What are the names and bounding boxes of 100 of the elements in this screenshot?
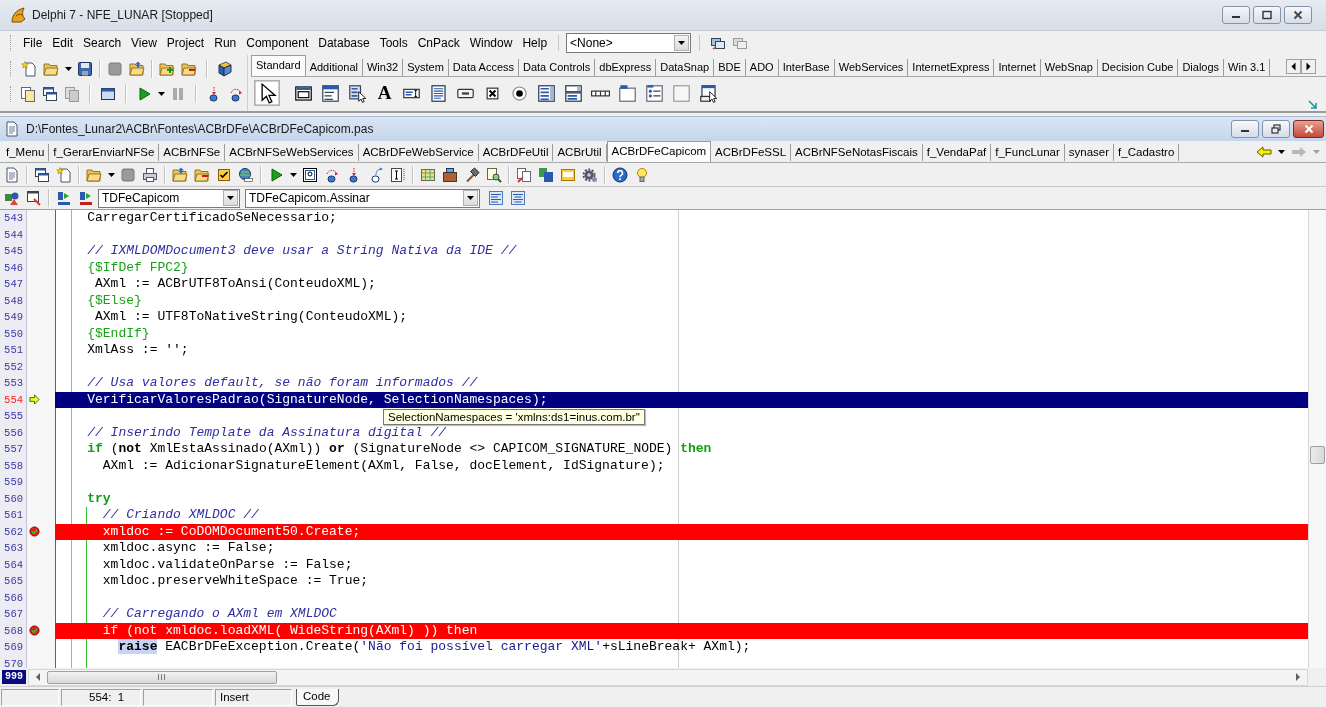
- window-icon[interactable]: [26, 190, 42, 206]
- list-box-icon[interactable]: [537, 83, 556, 103]
- file-tab[interactable]: ACBrNFSeNotasFiscais: [791, 144, 923, 161]
- palette-tab[interactable]: ADO: [745, 59, 779, 76]
- folder-icon[interactable]: [43, 60, 59, 77]
- folder-minus-icon[interactable]: [181, 60, 197, 77]
- caret-icon[interactable]: [157, 91, 165, 96]
- palette-tab[interactable]: Additional: [305, 59, 363, 76]
- menu-item[interactable]: Tools: [374, 33, 413, 53]
- palette-tab[interactable]: Data Access: [448, 59, 519, 76]
- vertical-scrollbar[interactable]: [1308, 210, 1326, 668]
- maximize-button[interactable]: [1253, 6, 1281, 24]
- back-arrow-icon[interactable]: [1256, 145, 1272, 158]
- window-icon[interactable]: [100, 85, 116, 102]
- menu-item[interactable]: Database: [313, 33, 375, 53]
- blocks-arrow-icon[interactable]: [56, 190, 72, 206]
- radio-button-icon[interactable]: [510, 83, 529, 103]
- file-tab[interactable]: ACBrDFeUtil: [478, 144, 554, 161]
- palette-tab[interactable]: Decision Cube: [1097, 59, 1179, 76]
- menu-item[interactable]: Window: [464, 33, 518, 53]
- palette-tab[interactable]: Standard: [251, 55, 306, 76]
- palette-tab[interactable]: InterBase: [778, 59, 835, 76]
- restore-button[interactable]: [1262, 120, 1290, 138]
- minimize-button[interactable]: [1231, 120, 1259, 138]
- file-tab[interactable]: f_FuncLunar: [991, 144, 1065, 161]
- caret-icon[interactable]: [107, 172, 115, 177]
- shapes-icon[interactable]: [4, 190, 20, 206]
- class-combo[interactable]: TDFeCapicom: [98, 188, 240, 208]
- folder-icon[interactable]: [172, 166, 188, 183]
- menu-bar-icon[interactable]: [321, 83, 340, 103]
- pages-icon[interactable]: [516, 166, 532, 183]
- palette-tab[interactable]: Dialogs: [1178, 59, 1225, 76]
- caret-icon[interactable]: [289, 172, 297, 177]
- file-tab[interactable]: f_GerarEnviarNFSe: [49, 144, 160, 161]
- file-tab[interactable]: f_VendaPaf: [922, 144, 992, 161]
- lightbulb-icon[interactable]: [634, 166, 650, 183]
- breakpoint-icon[interactable]: [29, 526, 40, 538]
- radio-group-icon[interactable]: [645, 83, 664, 103]
- play-icon[interactable]: [268, 166, 284, 183]
- file-tab[interactable]: ACBrDFeWebService: [358, 144, 479, 161]
- file-tab[interactable]: ACBrNFSe: [159, 144, 226, 161]
- printer-icon[interactable]: [142, 166, 158, 183]
- document-icon[interactable]: [4, 166, 20, 183]
- pointer-icon[interactable]: [254, 80, 280, 106]
- desktop-combo[interactable]: <None>: [566, 33, 692, 53]
- caret-icon[interactable]: [64, 66, 72, 71]
- step-arrow-icon[interactable]: [368, 166, 384, 183]
- palette-tab[interactable]: DataSnap: [656, 59, 715, 76]
- menu-item[interactable]: Project: [161, 33, 210, 53]
- align-left-icon[interactable]: [488, 190, 504, 206]
- help-icon[interactable]: [612, 166, 628, 183]
- left-arrow-icon[interactable]: [34, 673, 42, 681]
- new-document-icon[interactable]: [21, 60, 37, 77]
- palette-tab[interactable]: WebServices: [834, 59, 909, 76]
- new-document-icon[interactable]: [56, 166, 72, 183]
- caret-icon[interactable]: [1278, 149, 1285, 154]
- palette-tab[interactable]: InternetExpress: [908, 59, 995, 76]
- close-button[interactable]: [1284, 6, 1312, 24]
- globe-icon[interactable]: [238, 166, 254, 183]
- cube-icon[interactable]: [217, 60, 233, 77]
- right-arrow-icon[interactable]: [1294, 673, 1302, 681]
- menu-item[interactable]: Component: [241, 33, 314, 53]
- group-box-icon[interactable]: [618, 83, 637, 103]
- file-tab[interactable]: f_Cadastro: [1114, 144, 1180, 161]
- card-icon[interactable]: [560, 166, 576, 183]
- folder-minus-icon[interactable]: [194, 166, 210, 183]
- breakpoint-icon[interactable]: [29, 625, 40, 637]
- menu-item[interactable]: CnPack: [412, 33, 465, 53]
- memo-icon[interactable]: [429, 83, 448, 103]
- hammer-icon[interactable]: [464, 166, 480, 183]
- method-combo[interactable]: TDFeCapicom.Assinar: [245, 188, 480, 208]
- menu-item[interactable]: Edit: [47, 33, 79, 53]
- palette-tab[interactable]: System: [403, 59, 449, 76]
- close-button[interactable]: [1293, 120, 1324, 138]
- menu-item[interactable]: View: [126, 33, 162, 53]
- square-icon[interactable]: [120, 166, 136, 183]
- frame-icon[interactable]: [294, 83, 313, 103]
- label-tool-icon[interactable]: A: [377, 83, 392, 103]
- windows-icon[interactable]: [42, 85, 58, 102]
- windows-arrow-icon[interactable]: [710, 35, 727, 51]
- window-icon[interactable]: [302, 166, 318, 183]
- checklist-icon[interactable]: [216, 166, 232, 183]
- menu-item[interactable]: Help: [517, 33, 553, 53]
- palette-tab[interactable]: dbExpress: [595, 59, 657, 76]
- file-tab[interactable]: ACBrUtil: [553, 144, 607, 161]
- palette-tab[interactable]: Win32: [363, 59, 404, 76]
- popup-menu-icon[interactable]: [348, 83, 367, 103]
- scrollbar-thumb[interactable]: [1310, 446, 1325, 464]
- file-tab[interactable]: f_Menu: [2, 144, 50, 161]
- palette-tab[interactable]: WebSnap: [1040, 59, 1098, 76]
- palette-tab[interactable]: Data Controls: [519, 59, 596, 76]
- play-icon[interactable]: [136, 85, 152, 102]
- grid-icon[interactable]: [420, 166, 436, 183]
- text-cursor-icon[interactable]: [390, 166, 406, 183]
- code-tab[interactable]: Code: [296, 688, 339, 706]
- palette-tab[interactable]: Internet: [994, 59, 1041, 76]
- folder-plus-icon[interactable]: [159, 60, 175, 77]
- folder-icon[interactable]: [86, 166, 102, 183]
- minimize-button[interactable]: [1222, 6, 1250, 24]
- menu-item[interactable]: Search: [78, 33, 127, 53]
